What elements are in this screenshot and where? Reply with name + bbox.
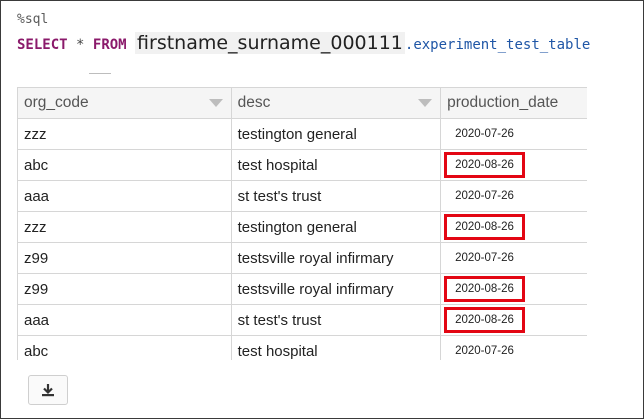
schema-name: firstname_surname_000111 — [135, 32, 405, 54]
sort-caret-icon[interactable] — [208, 99, 223, 107]
table-row: z99 testsville royal infirmary 2020-07-26 — [17, 242, 587, 274]
cell-org-code: aaa — [17, 304, 232, 336]
results-table: org_code desc production_date zzz testing… — [17, 87, 587, 360]
magic-command: %sql — [17, 12, 49, 27]
cell-production-date: 2020-07-26 — [440, 335, 587, 360]
download-button[interactable] — [28, 375, 68, 405]
cell-org-code: z99 — [17, 273, 232, 305]
cell-production-date: 2020-08-26 — [440, 211, 587, 243]
table-row: abc test hospital 2020-08-26 — [17, 149, 587, 181]
table-row: abc test hospital 2020-07-26 — [17, 335, 587, 360]
divider — [89, 73, 111, 74]
cell-org-code: aaa — [17, 180, 232, 212]
table-row: aaa st test's trust 2020-08-26 — [17, 304, 587, 336]
column-header-production-date[interactable]: production_date — [440, 87, 587, 119]
notebook-cell: %sql SELECT * FROM firstname_surname_000… — [0, 0, 644, 419]
cell-desc: test hospital — [230, 149, 442, 181]
download-icon — [42, 384, 54, 397]
select-keyword: SELECT — [17, 37, 68, 53]
table-header-row: org_code desc production_date — [17, 87, 587, 119]
column-header-org-code[interactable]: org_code — [17, 87, 232, 119]
table-row: z99 testsville royal infirmary 2020-08-26 — [17, 273, 587, 305]
table-body: zzz testington general 2020-07-26 abc test h… — [17, 118, 587, 360]
table-row: zzz testington general 2020-08-26 — [17, 211, 587, 243]
date-value: 2020-07-26 — [455, 252, 514, 264]
date-value: 2020-07-26 — [455, 345, 514, 357]
table-row: aaa st test's trust 2020-07-26 — [17, 180, 587, 212]
cell-production-date: 2020-08-26 — [440, 304, 587, 336]
cell-desc: test hospital — [230, 335, 442, 360]
cell-org-code: zzz — [17, 211, 232, 243]
cell-org-code: abc — [17, 149, 232, 181]
date-value: 2020-07-26 — [455, 128, 514, 140]
sort-caret-icon[interactable] — [418, 99, 433, 107]
results-table-container[interactable]: org_code desc production_date zzz testing… — [17, 87, 587, 360]
cell-production-date: 2020-07-26 — [440, 118, 587, 150]
highlighted-date: 2020-08-26 — [444, 214, 525, 240]
cell-org-code: z99 — [17, 242, 232, 274]
cell-production-date: 2020-07-26 — [440, 242, 587, 274]
highlighted-date: 2020-08-26 — [444, 152, 525, 178]
header-label: production_date — [447, 94, 559, 111]
sql-code-block[interactable]: %sql SELECT * FROM firstname_surname_000… — [17, 11, 590, 54]
cell-org-code: abc — [17, 335, 232, 360]
cell-org-code: zzz — [17, 118, 232, 150]
cell-desc: st test's trust — [230, 304, 442, 336]
cell-desc: st test's trust — [230, 180, 442, 212]
header-label: org_code — [24, 94, 89, 111]
table-row: zzz testington general 2020-07-26 — [17, 118, 587, 150]
column-header-desc[interactable]: desc — [230, 87, 442, 119]
cell-production-date: 2020-08-26 — [440, 273, 587, 305]
star-token: * — [76, 37, 85, 53]
cell-production-date: 2020-08-26 — [440, 149, 587, 181]
table-name: .experiment_test_table — [404, 37, 591, 53]
cell-desc: testsville royal infirmary — [230, 242, 442, 274]
cell-desc: testsville royal infirmary — [230, 273, 442, 305]
from-keyword: FROM — [92, 37, 127, 53]
date-value: 2020-07-26 — [455, 190, 514, 202]
cell-desc: testington general — [230, 211, 442, 243]
cell-desc: testington general — [230, 118, 442, 150]
highlighted-date: 2020-08-26 — [444, 307, 525, 333]
header-label: desc — [237, 94, 271, 111]
highlighted-date: 2020-08-26 — [444, 276, 525, 302]
cell-production-date: 2020-07-26 — [440, 180, 587, 212]
